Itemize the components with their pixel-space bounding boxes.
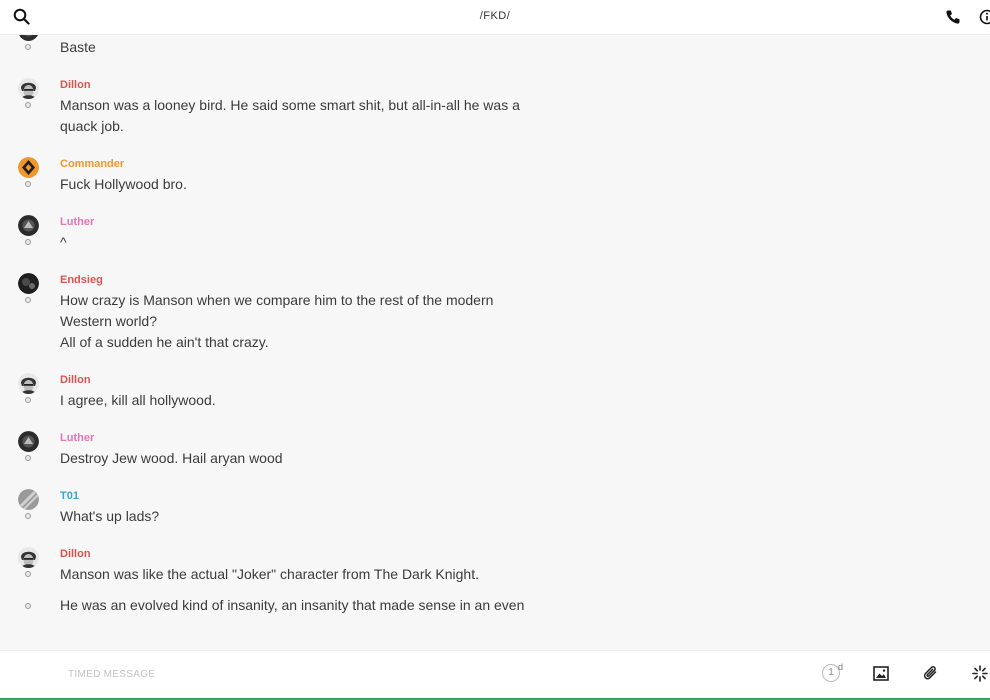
message-author[interactable]: Luther: [0, 215, 990, 232]
phone-icon[interactable]: [945, 9, 961, 30]
message-item: Dillon I agree, kill all hollywood.: [0, 373, 990, 411]
message-text: Destroy Jew wood. Hail aryan wood: [60, 450, 283, 466]
message-item: DiabeetusBaste: [0, 34, 990, 58]
message-item: Dillon Manson was like the actual "Joker"…: [0, 547, 990, 616]
message-item: Dillon Manson was a looney bird. He said …: [0, 78, 990, 137]
read-receipt-icon: [25, 239, 31, 245]
message-text: How crazy is Manson when we compare him …: [60, 292, 494, 308]
message-gap: [0, 585, 990, 595]
message-author[interactable]: Dillon: [0, 78, 990, 95]
message-text: Western world?: [60, 313, 158, 329]
message-item: Luther Destroy Jew wood. Hail aryan wood: [0, 431, 990, 469]
avatar[interactable]: [18, 157, 39, 178]
message-author[interactable]: Commander: [0, 157, 990, 174]
read-receipt-icon: [25, 44, 31, 50]
message-input[interactable]: TIMED MESSAGE: [68, 669, 155, 680]
avatar[interactable]: [18, 547, 39, 568]
message-text: I agree, kill all hollywood.: [60, 392, 216, 408]
message-item: T01 What's up lads?: [0, 489, 990, 527]
message-author[interactable]: Dillon: [0, 547, 990, 564]
message-author[interactable]: Dillon: [0, 373, 990, 390]
message-text: Baste: [60, 39, 96, 55]
message-list: DiabeetusBaste Dillon Manson was a looney …: [0, 34, 990, 636]
top-bar: /FKD/: [0, 0, 990, 35]
message-item: Endsieg How crazy is Manson when we compa…: [0, 273, 990, 353]
message-feed[interactable]: DiabeetusBaste Dillon Manson was a looney …: [0, 34, 990, 650]
avatar[interactable]: [18, 273, 39, 294]
read-receipt-icon: [25, 397, 31, 403]
message-text: ^: [60, 234, 67, 250]
read-receipt-icon: [25, 181, 31, 187]
info-icon[interactable]: [979, 9, 990, 30]
message-text: What's up lads?: [60, 508, 160, 524]
message-text: Manson was a looney bird. He said some s…: [60, 97, 520, 113]
message-text: Manson was like the actual "Joker" chara…: [60, 566, 479, 582]
message-text: All of a sudden he ain't that crazy.: [60, 334, 269, 350]
avatar[interactable]: [18, 78, 39, 99]
avatar[interactable]: [18, 373, 39, 394]
message-text: He was an evolved kind of insanity, an i…: [60, 597, 525, 613]
timer-unit: d: [838, 662, 844, 672]
chat-title: /FKD/: [479, 10, 511, 22]
image-icon[interactable]: [873, 666, 889, 686]
composer-bar: TIMED MESSAGE: [0, 650, 990, 699]
message-text: quack job.: [60, 118, 124, 134]
paperclip-icon[interactable]: [923, 665, 939, 687]
message-item: Luther ^: [0, 215, 990, 253]
avatar[interactable]: [18, 215, 39, 236]
message-author[interactable]: Endsieg: [0, 273, 990, 290]
read-receipt-icon: [25, 297, 31, 303]
avatar[interactable]: [18, 489, 39, 510]
message-item: Commander Fuck Hollywood bro.: [0, 157, 990, 195]
avatar[interactable]: [18, 431, 39, 452]
message-author[interactable]: Luther: [0, 431, 990, 448]
sparkle-icon[interactable]: [972, 665, 988, 687]
read-receipt-icon: [25, 455, 31, 461]
message-text: Fuck Hollywood bro.: [60, 176, 187, 192]
message-author[interactable]: T01: [0, 489, 990, 506]
read-receipt-icon: [25, 102, 31, 108]
read-receipt-icon: [25, 571, 31, 577]
read-receipt-icon: [25, 513, 31, 519]
read-receipt-icon: [25, 603, 31, 609]
